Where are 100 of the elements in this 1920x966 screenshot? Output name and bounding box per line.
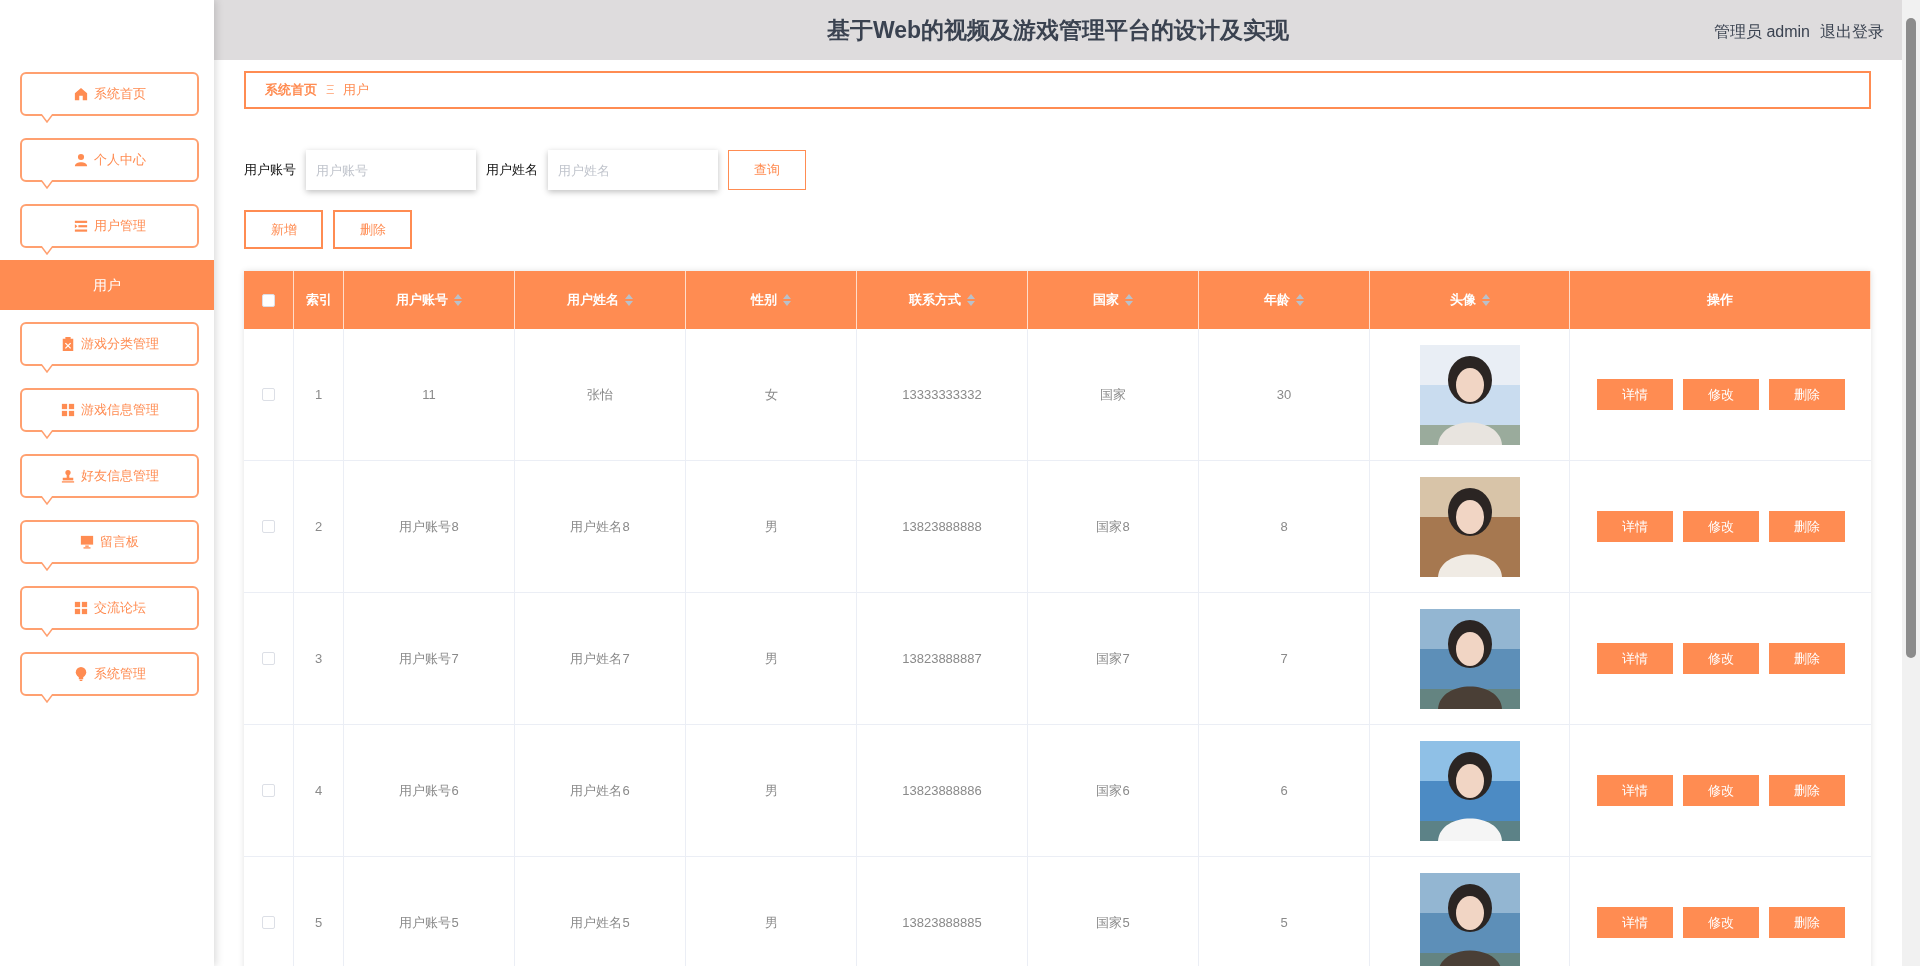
column-header[interactable]: 用户姓名 — [567, 290, 619, 310]
checkbox[interactable] — [262, 916, 275, 929]
checkbox[interactable] — [262, 652, 275, 665]
table-cell-text: 男 — [764, 517, 778, 536]
monitor-icon — [80, 535, 94, 549]
row-action-button[interactable]: 详情 — [1596, 907, 1673, 938]
column-header[interactable]: 操作 — [1707, 290, 1733, 310]
sort-icon[interactable] — [783, 294, 791, 306]
input-field[interactable]: 用户姓名 — [548, 150, 718, 190]
logout-link[interactable]: 退出登录 — [1820, 20, 1884, 44]
input-field[interactable]: 用户账号 — [306, 150, 476, 190]
checkbox[interactable] — [262, 293, 275, 307]
sidebar-item[interactable]: 游戏分类管理 — [20, 322, 199, 366]
speech-tail — [40, 496, 54, 505]
row-action-button[interactable]: 详情 — [1596, 775, 1673, 806]
row-action-button[interactable]: 修改 — [1682, 775, 1759, 806]
action-button[interactable]: 删除 — [333, 210, 412, 249]
bulb-icon — [73, 667, 88, 681]
person-icon — [73, 153, 88, 167]
table-cell-text: 国家6 — [1096, 781, 1130, 800]
sort-icon[interactable] — [1481, 294, 1490, 306]
list-icon — [73, 219, 88, 233]
sidebar-item[interactable]: 好友信息管理 — [20, 454, 199, 498]
table-cell-text: 用户姓名7 — [570, 649, 630, 668]
table-cell-text: 13823888886 — [902, 781, 982, 800]
sort-icon[interactable] — [454, 294, 462, 306]
table-cell-text: 4 — [314, 781, 323, 800]
table-cell-text: 13823888885 — [902, 913, 982, 932]
table-cell-text: 5 — [314, 913, 323, 932]
table-cell-text: 张怡 — [587, 385, 613, 404]
table-cell-text: 13333333332 — [902, 385, 982, 404]
grid-icon — [73, 601, 88, 615]
table-cell-text: 1 — [314, 385, 323, 404]
speech-tail — [40, 180, 54, 189]
sidebar-item[interactable]: 系统首页 — [20, 72, 199, 116]
speech-tail — [40, 628, 54, 637]
row-action-button[interactable]: 详情 — [1596, 511, 1673, 542]
sidebar-item[interactable]: 系统管理 — [20, 652, 199, 696]
column-header[interactable]: 年龄 — [1264, 290, 1290, 310]
column-header[interactable]: 联系方式 — [909, 290, 961, 310]
column-header[interactable]: 索引 — [305, 290, 332, 310]
sidebar-item[interactable]: 个人中心 — [20, 138, 199, 182]
table-cell-text: 2 — [314, 517, 323, 536]
table-cell-text: 5 — [1280, 913, 1288, 932]
breadcrumb-separator: Ξ — [326, 81, 335, 100]
clipboard-icon — [60, 337, 75, 351]
row-action-button[interactable]: 修改 — [1682, 907, 1759, 938]
sort-icon[interactable] — [1296, 294, 1304, 306]
stamp-icon — [60, 469, 75, 483]
row-action-button[interactable]: 修改 — [1682, 511, 1759, 542]
home-icon — [73, 87, 88, 101]
speech-tail — [40, 114, 54, 123]
checkbox[interactable] — [262, 520, 275, 533]
row-action-button[interactable]: 删除 — [1768, 775, 1845, 806]
table-cell-text: 用户账号5 — [399, 913, 459, 932]
grid-icon — [60, 403, 75, 417]
table-cell-text: 用户姓名6 — [570, 781, 630, 800]
table-cell-text: 13823888887 — [902, 649, 982, 668]
row-action-button[interactable]: 详情 — [1596, 643, 1673, 674]
checkbox[interactable] — [262, 784, 275, 797]
breadcrumb-current: 用户 — [343, 81, 370, 100]
row-action-button[interactable]: 删除 — [1768, 907, 1845, 938]
row-action-button[interactable]: 删除 — [1768, 511, 1845, 542]
table-cell-text: 国家8 — [1096, 517, 1130, 536]
breadcrumb-link[interactable]: 系统首页 — [265, 80, 317, 100]
sidebar-item[interactable]: 交流论坛 — [20, 586, 199, 630]
checkbox[interactable] — [262, 388, 275, 401]
table-cell-text: 男 — [764, 649, 778, 668]
sort-icon[interactable] — [625, 294, 633, 306]
table-cell-text: 6 — [1280, 781, 1288, 800]
column-header[interactable]: 性别 — [751, 290, 777, 310]
row-action-button[interactable]: 修改 — [1682, 643, 1759, 674]
table-cell-text: 8 — [1280, 517, 1288, 536]
speech-tail — [40, 562, 54, 571]
column-header[interactable]: 国家 — [1093, 290, 1119, 310]
search-button[interactable]: 查询 — [728, 150, 806, 190]
row-action-button[interactable]: 详情 — [1596, 379, 1673, 410]
table-cell-text: 女 — [764, 385, 778, 404]
table-cell-text: 3 — [314, 649, 323, 668]
submenu-item[interactable]: 用户 — [0, 260, 214, 310]
sidebar-item[interactable]: 留言板 — [20, 520, 199, 564]
table-cell-text: 7 — [1280, 649, 1288, 668]
page-title: 基于Web的视频及游戏管理平台的设计及实现 — [826, 15, 1290, 45]
speech-tail — [40, 694, 54, 703]
table-cell-text: 30 — [1276, 385, 1292, 404]
speech-tail — [40, 246, 54, 255]
table-cell-text: 13823888888 — [902, 517, 982, 536]
sidebar-item[interactable]: 用户管理 — [20, 204, 199, 248]
table-cell-text: 用户账号6 — [399, 781, 459, 800]
sort-icon[interactable] — [1125, 294, 1133, 306]
row-action-button[interactable]: 删除 — [1768, 643, 1845, 674]
sort-icon[interactable] — [967, 294, 975, 306]
column-header[interactable]: 头像 — [1449, 290, 1476, 310]
table-cell-text: 用户账号8 — [399, 517, 459, 536]
row-action-button[interactable]: 删除 — [1768, 379, 1845, 410]
sidebar-item[interactable]: 游戏信息管理 — [20, 388, 199, 432]
speech-tail — [40, 364, 54, 373]
action-button[interactable]: 新增 — [244, 210, 323, 249]
column-header[interactable]: 用户账号 — [396, 290, 448, 310]
row-action-button[interactable]: 修改 — [1682, 379, 1759, 410]
